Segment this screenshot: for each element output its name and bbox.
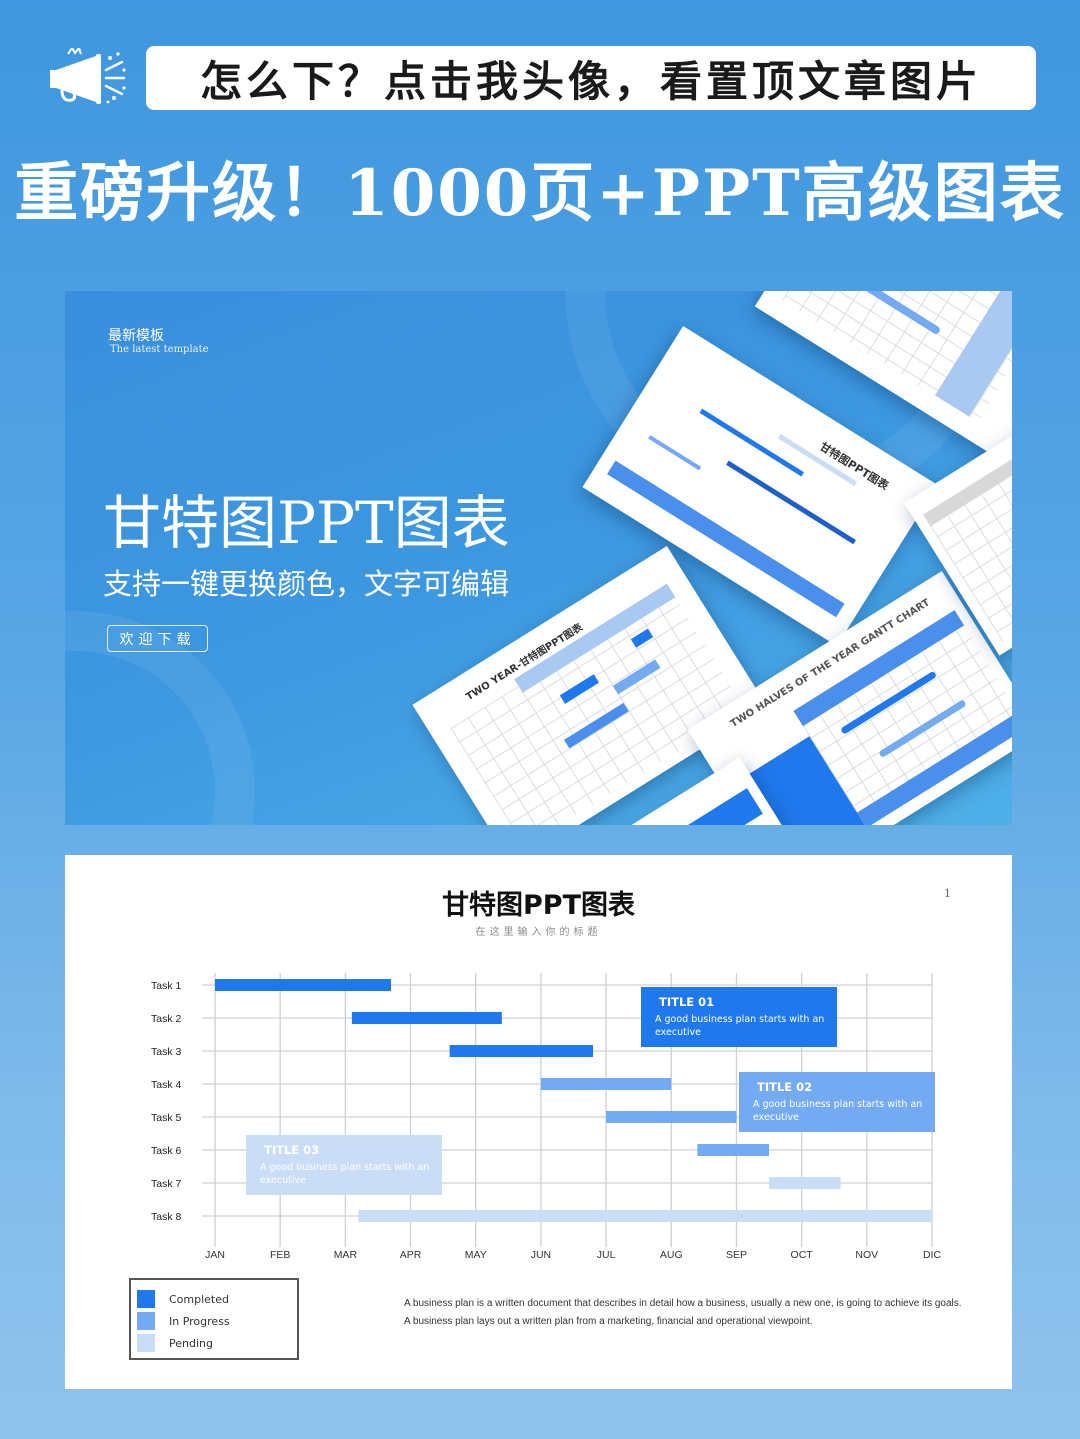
notice-text: 怎么下？点击我头像，看置顶文章图片 xyxy=(199,56,982,106)
gantt-bar-task-5 xyxy=(606,1111,737,1123)
y-tick-label: Task 3 xyxy=(151,1046,182,1058)
y-tick-label: Task 1 xyxy=(151,980,182,992)
x-tick-label: MAR xyxy=(334,1249,358,1261)
legend-swatch xyxy=(137,1334,155,1352)
x-tick-label: NOV xyxy=(855,1249,878,1261)
y-tick-label: Task 6 xyxy=(151,1145,182,1157)
chart-legend: Completed In Progress Pending xyxy=(129,1278,299,1360)
x-tick-label: JAN xyxy=(205,1249,225,1261)
callout-title-03: TITLE 03 A good business plan starts wit… xyxy=(246,1135,442,1195)
legend-item-in-progress: In Progress xyxy=(137,1312,230,1330)
callout-title: TITLE 02 xyxy=(757,1080,813,1094)
y-tick-label: Task 5 xyxy=(151,1112,182,1124)
x-tick-label: AUG xyxy=(660,1249,683,1261)
x-tick-label: OCT xyxy=(791,1249,814,1261)
callout-title: TITLE 03 xyxy=(264,1143,320,1157)
legend-label: Pending xyxy=(169,1336,213,1350)
callout-title: TITLE 01 xyxy=(659,995,715,1009)
gantt-slide: 甘特图PPT图表 在这里输入你的标题 1 JAN FEB MAR APR MAY JUN J… xyxy=(65,855,1012,1389)
callout-text: A good business plan starts with an exec… xyxy=(753,1099,923,1123)
gantt-bar-task-6 xyxy=(697,1144,770,1156)
legend-label: Completed xyxy=(169,1292,229,1306)
legend-swatch xyxy=(137,1290,155,1308)
gantt-bar-task-7 xyxy=(769,1177,841,1189)
y-tick-label: Task 4 xyxy=(151,1079,182,1091)
gantt-bar-task-2 xyxy=(351,1012,502,1024)
gantt-bar-task-8 xyxy=(358,1210,932,1222)
description-text: A business plan is a written document th… xyxy=(404,1298,962,1327)
legend-swatch xyxy=(137,1312,155,1330)
megaphone-icon xyxy=(50,48,126,104)
x-tick-label: DIC xyxy=(923,1249,942,1261)
callout-title-01: TITLE 01 A good business plan starts wit… xyxy=(641,987,837,1047)
gantt-bar-task-3 xyxy=(449,1045,594,1057)
gantt-chart: JAN FEB MAR APR MAY JUN JUL AUG SEP OCT NOV DIC Task… xyxy=(151,973,942,1261)
legend-item-completed: Completed xyxy=(137,1290,229,1308)
hero-label-cn: 最新模板 xyxy=(108,328,164,344)
gantt-bar-task-4 xyxy=(540,1078,672,1090)
x-tick-label: JUN xyxy=(531,1249,551,1261)
callout-text: A good business plan starts with an exec… xyxy=(260,1162,430,1186)
gantt-bar-task-1 xyxy=(215,979,391,991)
x-tick-label: FEB xyxy=(270,1249,290,1261)
x-tick-label: MAY xyxy=(465,1249,487,1261)
y-tick-label: Task 2 xyxy=(151,1013,182,1025)
callout-title-02: TITLE 02 A good business plan starts wit… xyxy=(739,1072,935,1132)
x-tick-label: JUL xyxy=(597,1249,616,1261)
callout-text: A good business plan starts with an exec… xyxy=(655,1014,825,1038)
download-button[interactable]: 欢迎下载 xyxy=(107,625,208,652)
hero-preview: 最新模板 The latest template 甘特图PPT图表 支持一键更换… xyxy=(65,291,1012,825)
x-tick-label: SEP xyxy=(726,1249,747,1261)
notice-banner: 怎么下？点击我头像，看置顶文章图片 xyxy=(146,46,1036,110)
legend-item-pending: Pending xyxy=(137,1334,213,1352)
y-tick-label: Task 7 xyxy=(151,1178,182,1190)
headline: 重磅升级！1000页+PPT高级图表 xyxy=(14,156,1066,231)
x-tick-label: APR xyxy=(400,1249,422,1261)
hero-subtitle: 支持一键更换颜色，文字可编辑 xyxy=(103,567,510,601)
hero-title: 甘特图PPT图表 xyxy=(103,489,510,557)
legend-label: In Progress xyxy=(169,1314,230,1328)
hero-label-en: The latest template xyxy=(110,344,209,355)
y-tick-label: Task 8 xyxy=(151,1211,182,1223)
